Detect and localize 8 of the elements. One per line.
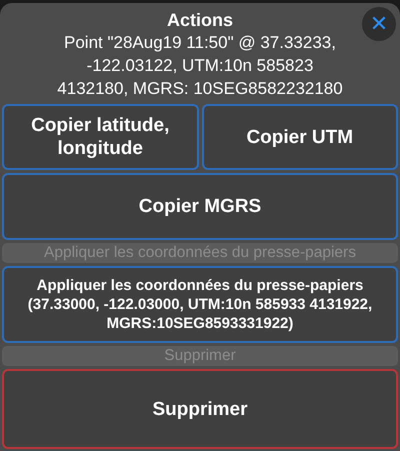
delete-button[interactable]: Supprimer — [2, 369, 398, 449]
action-button[interactable]: Copier UTM — [202, 104, 398, 170]
action-button[interactable]: Copier latitude, longitude — [2, 104, 198, 170]
close-button[interactable]: ✕ — [362, 7, 396, 41]
action-button[interactable]: Appliquer les coordonnées du presse-papiers (37.33000, -122.03000, UTM:10n 585933 4131922, MGRS:10SEG8593331922) — [2, 266, 398, 344]
point-description: Point "28Aug19 11:50" @ 37.33233, -122.03122, UTM:10n 585823 4132180, MGRS: 10SEG8582232180 — [56, 32, 344, 100]
dialog-title: Actions — [166, 9, 233, 31]
action-button[interactable]: Copier MGRS — [2, 173, 398, 240]
